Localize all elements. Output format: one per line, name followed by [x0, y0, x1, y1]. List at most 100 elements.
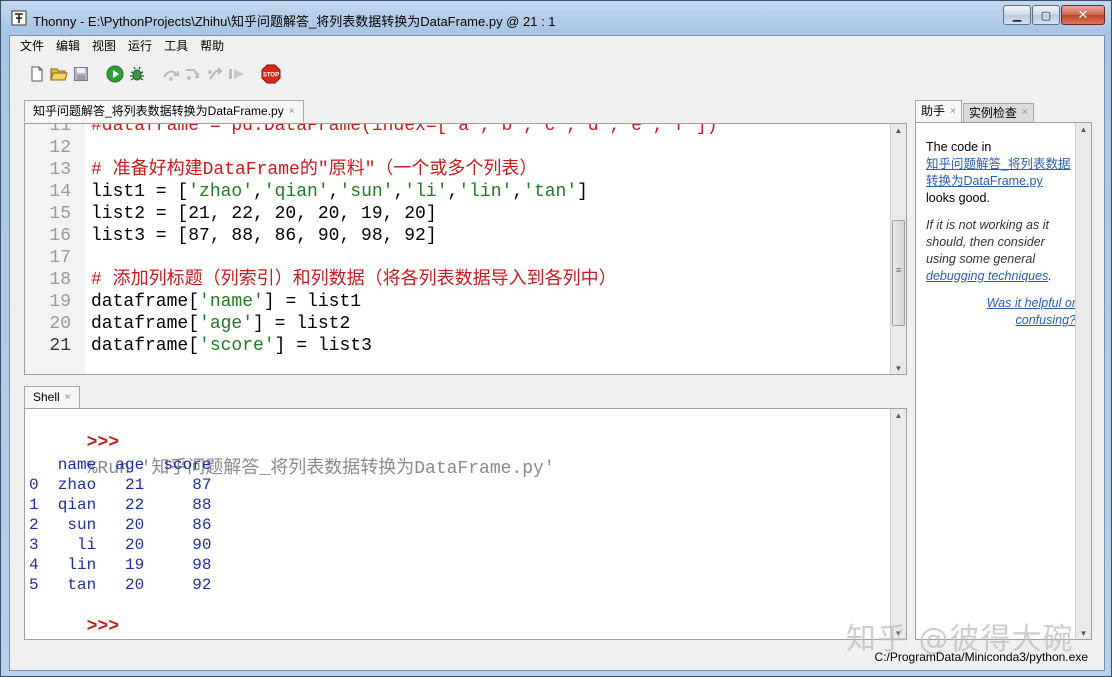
editor-tab-label: 知乎问题解答_将列表数据转换为DataFrame.py [33, 104, 284, 118]
assistant-scroll-up-icon[interactable]: ▲ [1076, 123, 1091, 137]
title-bar[interactable]: Thonny - E:\PythonProjects\Zhihu\知乎问题解答_… [1, 1, 1111, 35]
run-button[interactable] [104, 63, 126, 85]
line-number: 19 [49, 292, 71, 312]
thonny-window: Thonny - E:\PythonProjects\Zhihu\知乎问题解答_… [0, 0, 1112, 677]
maximize-button[interactable]: ▢ [1032, 5, 1060, 25]
code-token: list3 = [87, 88, 86, 90, 98, 92] [91, 226, 437, 246]
menu-edit[interactable]: 编辑 [50, 36, 86, 56]
close-inspector-tab-icon[interactable]: × [1022, 104, 1028, 122]
close-assistant-tab-icon[interactable]: × [950, 101, 956, 122]
save-button[interactable] [70, 63, 92, 85]
debug-button[interactable] [126, 63, 148, 85]
resume-icon [229, 69, 244, 79]
step-out-icon [208, 67, 223, 80]
shell-final-prompt[interactable]: >>> [87, 617, 119, 637]
resume-button[interactable] [226, 63, 248, 85]
client-area: 文件 编辑 视图 运行 工具 帮助 STOP 知乎问题解答_将列表数据转换为Da… [9, 35, 1105, 671]
object-inspector-tab[interactable]: 实例检查 × [962, 103, 1034, 122]
step-into-button[interactable] [182, 63, 204, 85]
shell-vertical-scrollbar[interactable]: ▲ ▼ [890, 409, 906, 639]
assistant-vertical-scrollbar[interactable]: ▲ ▼ [1075, 123, 1091, 639]
code-token: ] = list1 [263, 292, 362, 312]
editor-vertical-scrollbar[interactable]: ▲ ≡ ▼ [890, 124, 906, 374]
assistant-file-link[interactable]: 知乎问题解答_将列表数据转换为DataFrame.py [926, 157, 1070, 188]
code-token: 'age' [199, 314, 254, 334]
shell-tabstrip: Shell × [24, 386, 80, 408]
code-line: list2 = [21, 22, 20, 20, 19, 20] [91, 203, 437, 225]
editor-tab[interactable]: 知乎问题解答_将列表数据转换为DataFrame.py × [24, 100, 304, 122]
line-number: 13 [49, 160, 71, 180]
assistant-feedback: Was it helpful or confusing? [926, 295, 1076, 329]
menu-run[interactable]: 运行 [122, 36, 158, 56]
interpreter-path[interactable]: C:/ProgramData/Miniconda3/python.exe [875, 650, 1088, 664]
scroll-up-icon[interactable]: ▲ [891, 124, 906, 138]
editor-scroll-thumb[interactable]: ≡ [892, 220, 905, 326]
step-over-button[interactable] [160, 63, 182, 85]
code-line: #dataframe = pd.DataFrame(index=['a','b'… [91, 124, 718, 137]
shell-panel[interactable]: >>> %Run '知乎问题解答_将列表数据转换为DataFrame.py' n… [24, 408, 907, 640]
assistant-hint-period: . [1048, 269, 1052, 283]
code-token: , [512, 182, 524, 202]
close-shell-tab-icon[interactable]: × [65, 387, 71, 408]
code-token: 'score' [199, 336, 275, 356]
close-tab-icon[interactable]: × [289, 101, 295, 122]
shell-output-line: 3 li 20 90 [29, 536, 212, 554]
assistant-tab-label: 助手 [921, 104, 946, 118]
assistant-tab[interactable]: 助手 × [915, 100, 962, 122]
shell-output-line: 4 lin 19 98 [29, 556, 212, 574]
close-button[interactable]: ✕ [1061, 5, 1105, 25]
code-line: # 准备好构建DataFrame的"原料"（一个或多个列表） [91, 159, 537, 181]
scroll-down-icon[interactable]: ▼ [891, 362, 906, 374]
code-token: 'lin' [458, 182, 513, 202]
minimize-icon: ▁ [1012, 9, 1022, 22]
open-folder-icon [50, 68, 68, 81]
assistant-panel: The code in 知乎问题解答_将列表数据转换为DataFrame.py … [915, 122, 1092, 640]
close-icon: ✕ [1077, 7, 1089, 22]
shell-scroll-up-icon[interactable]: ▲ [891, 409, 906, 423]
code-editor[interactable]: 11 #dataframe = pd.DataFrame(index=['a','… [24, 123, 907, 375]
code-token: , [328, 182, 340, 202]
svg-text:STOP: STOP [263, 73, 279, 79]
code-line: dataframe['name'] = list1 [91, 291, 361, 313]
assistant-hint: If it is not working as it should, then … [926, 217, 1076, 285]
shell-output-line: name age score [29, 456, 212, 474]
minimize-button[interactable]: ▁ [1003, 5, 1031, 25]
line-number: 11 [49, 123, 71, 136]
menu-view[interactable]: 视图 [86, 36, 122, 56]
stop-icon: STOP [261, 64, 281, 84]
code-token: dataframe[ [91, 314, 200, 334]
assistant-scroll-down-icon[interactable]: ▼ [1076, 627, 1091, 639]
thonny-app-icon [11, 10, 27, 26]
assistant-tabstrip: 助手 × 实例检查 × [915, 100, 1034, 122]
shell-output-line: 1 qian 22 88 [29, 496, 212, 514]
status-bar: C:/ProgramData/Miniconda3/python.exe [10, 646, 1104, 670]
line-number: 17 [49, 248, 71, 268]
assistant-hint-text: If it is not working as it should, then … [926, 218, 1049, 266]
code-line: dataframe['age'] = list2 [91, 313, 350, 335]
code-token: list2 = [21, 22, 20, 20, 19, 20] [91, 204, 437, 224]
run-icon [106, 65, 124, 83]
code-token: list1 = [ [91, 182, 189, 202]
editor-tabstrip: 知乎问题解答_将列表数据转换为DataFrame.py × [24, 100, 304, 122]
code-token: # 添加列标题（列索引）和列数据（将各列表数据导入到各列中） [91, 270, 617, 290]
menu-file[interactable]: 文件 [14, 36, 50, 56]
menu-tools[interactable]: 工具 [158, 36, 194, 56]
shell-output-line: 5 tan 20 92 [29, 576, 212, 594]
open-file-button[interactable] [48, 63, 70, 85]
new-file-icon [31, 66, 43, 82]
step-out-button[interactable] [204, 63, 226, 85]
code-line: dataframe['score'] = list3 [91, 335, 372, 357]
menu-help[interactable]: 帮助 [194, 36, 230, 56]
shell-tab[interactable]: Shell × [24, 386, 80, 408]
grip-icon: ≡ [896, 265, 902, 275]
line-number: 18 [49, 270, 71, 290]
debugging-techniques-link[interactable]: debugging techniques [926, 269, 1048, 283]
code-token: 'qian' [263, 182, 329, 202]
maximize-icon: ▢ [1040, 9, 1052, 22]
feedback-link[interactable]: Was it helpful or confusing? [987, 296, 1076, 327]
window-title: Thonny - E:\PythonProjects\Zhihu\知乎问题解答_… [33, 14, 556, 29]
code-token: 'name' [199, 292, 264, 312]
new-file-button[interactable] [26, 63, 48, 85]
shell-prompt: >>> [86, 433, 120, 453]
stop-button[interactable]: STOP [260, 63, 282, 85]
